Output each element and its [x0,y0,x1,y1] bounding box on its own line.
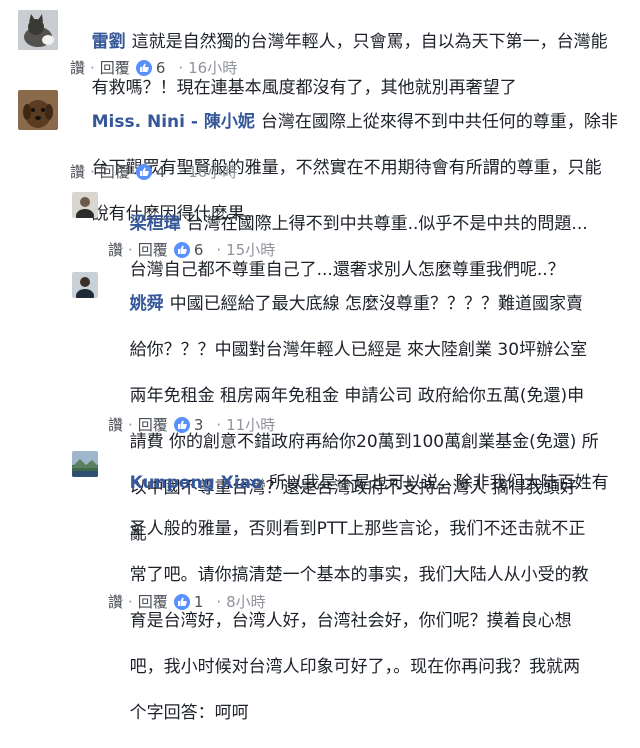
like-count[interactable]: 6 [156,59,166,77]
dog-avatar-icon[interactable] [18,90,58,130]
comment-line: 中國已經給了最大底線 怎麼沒尊重？？？？難道國家賣 [169,294,584,314]
comment-actions: 讚 · 回覆 6 · 16小時 [70,57,238,78]
like-count[interactable]: 3 [194,416,204,434]
comment-line: 圣人般的雅量，否则看到PTT上那些言论，我们不还击就不正 [129,519,586,539]
reply-link[interactable]: 回覆 [100,57,130,78]
reply-comment: 姚舜 中國已經給了最大底線 怎麼沒尊重？？？？難道國家賣 給你？？？中國對台灣年輕… [72,270,632,544]
comment: 雷劉 這就是自然獨的台灣年輕人，只會罵，自以為天下第一，台灣能 有救嗎？！現在連基… [18,8,628,98]
like-count[interactable]: 6 [194,241,204,259]
thumbs-up-icon [173,241,190,258]
comment-actions: 讚 · 回覆 6 · 15小時 [108,239,276,260]
person-avatar-icon[interactable] [72,192,98,218]
reply-comment: 梁桓瑋 台灣在國際上得不到中共尊重..似乎不是中共的問題... 台灣自己都不尊重自… [72,190,632,280]
comment-line: 兩年免租金 租房兩年免租金 申請公司 政府給你五萬(免還)申 [129,386,585,406]
comment-author[interactable]: Miss. Nini - 陳小妮 [92,112,255,132]
thumbs-up-icon [173,593,190,610]
like-link[interactable]: 讚 [70,57,85,78]
like-link[interactable]: 讚 [108,414,123,435]
comment-author[interactable]: 姚舜 [130,294,164,314]
timestamp[interactable]: 11小時 [226,414,275,435]
reply-comment: Kunpeng Xiao 所以我是不是也可以说，除非我们大陆百姓有 圣人般的雅量，… [72,449,632,723]
thumbs-up-icon [173,416,190,433]
comment-line: 常了吧。请你搞清楚一个基本的事实，我们大陆人从小受的教 [129,565,589,585]
comment-author[interactable]: 雷劉 [92,32,126,52]
comment-line: 台灣在國際上從來得不到中共任何的尊重，除非 [260,112,618,132]
person-avatar-icon[interactable] [72,272,98,298]
comment-line: 給你？？？中國對台灣年輕人已經是 來大陸創業 30坪辦公室 [129,340,588,360]
like-link[interactable]: 讚 [108,239,123,260]
like-link[interactable]: 讚 [70,161,85,182]
thumbs-up-icon [135,59,152,76]
landscape-avatar-icon[interactable] [72,451,98,477]
reply-link[interactable]: 回覆 [138,239,168,260]
comment-line: 這就是自然獨的台灣年輕人，只會罵，自以為天下第一，台灣能 [131,32,608,52]
comment: Miss. Nini - 陳小妮 台灣在國際上從來得不到中共任何的尊重，除非 台下… [18,88,628,224]
comment-line: 吧，我小时候对台湾人印象可好了，。现在你再问我？我就两 [129,657,581,677]
reply-link[interactable]: 回覆 [100,161,130,182]
reply-link[interactable]: 回覆 [138,591,168,612]
comment-actions: 讚 · 回覆 3 · 11小時 [108,414,276,435]
timestamp[interactable]: 16小時 [188,57,237,78]
reply-link[interactable]: 回覆 [138,414,168,435]
comment-actions: 讚 · 回覆 1 · 8小時 [108,591,266,612]
comment-author[interactable]: Kunpeng Xiao [130,473,263,493]
cat-avatar-icon[interactable] [18,10,58,50]
comment-line: 台灣在國際上得不到中共尊重..似乎不是中共的問題... [186,214,588,234]
comment-line: 个字回答：呵呵 [129,703,249,723]
like-count[interactable]: 4 [156,163,166,181]
comment-line: 育是台湾好，台湾人好，台湾社会好，你们呢？摸着良心想 [129,611,572,631]
timestamp[interactable]: 16小時 [188,161,237,182]
comment-actions: 讚 · 回覆 4 · 16小時 [70,161,238,182]
thumbs-up-icon [135,163,152,180]
timestamp[interactable]: 15小時 [226,239,275,260]
comment-line: 所以我是不是也可以说，除非我们大陆百姓有 [268,473,609,493]
like-link[interactable]: 讚 [108,591,123,612]
comment-author[interactable]: 梁桓瑋 [130,214,181,234]
like-count[interactable]: 1 [194,593,204,611]
timestamp[interactable]: 8小時 [226,591,266,612]
